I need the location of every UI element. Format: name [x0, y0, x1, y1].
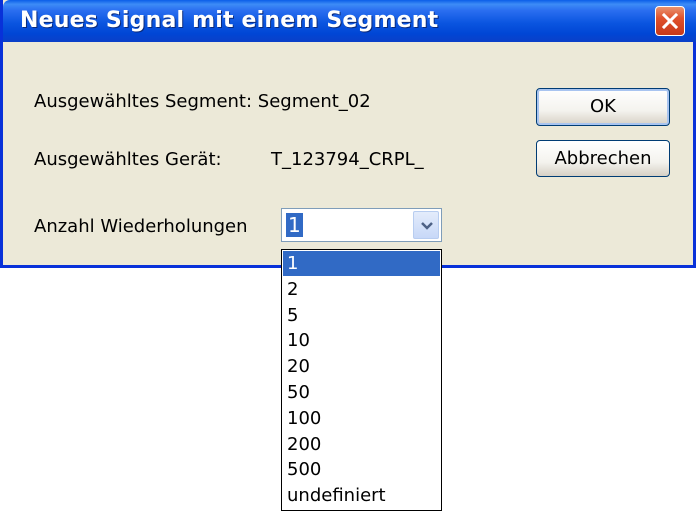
dropdown-option[interactable]: 1 — [283, 251, 440, 276]
selected-device-value: T_123794_CRPL_ — [271, 149, 424, 170]
selected-segment-label: Ausgewähltes Segment: Segment_02 — [34, 91, 371, 112]
dropdown-option[interactable]: 100 — [283, 406, 440, 431]
dropdown-option[interactable]: 20 — [283, 354, 440, 379]
dropdown-option[interactable]: undefiniert — [283, 483, 440, 508]
title-bar[interactable]: Neues Signal mit einem Segment — [3, 0, 696, 42]
dropdown-arrow-button[interactable] — [413, 211, 439, 239]
dropdown-option[interactable]: 200 — [283, 432, 440, 457]
ok-button[interactable]: OK — [536, 88, 670, 126]
dialog-title: Neues Signal mit einem Segment — [20, 8, 439, 33]
close-button[interactable] — [655, 6, 685, 36]
repetitions-select[interactable]: 1 — [281, 208, 442, 242]
repetitions-selected-value: 1 — [286, 213, 303, 237]
dropdown-option[interactable]: 5 — [283, 303, 440, 328]
selected-device-label: Ausgewähltes Gerät: — [34, 149, 222, 170]
cancel-button[interactable]: Abbrechen — [536, 140, 670, 177]
dropdown-option[interactable]: 10 — [283, 328, 440, 353]
repetitions-dropdown-list: 1 2 5 10 20 50 100 200 500 undefiniert — [281, 249, 442, 511]
close-icon — [661, 12, 679, 30]
repetitions-label: Anzahl Wiederholungen — [34, 216, 248, 237]
dropdown-option[interactable]: 500 — [283, 457, 440, 482]
chevron-down-icon — [421, 222, 433, 230]
dropdown-option[interactable]: 2 — [283, 277, 440, 302]
dropdown-option[interactable]: 50 — [283, 380, 440, 405]
